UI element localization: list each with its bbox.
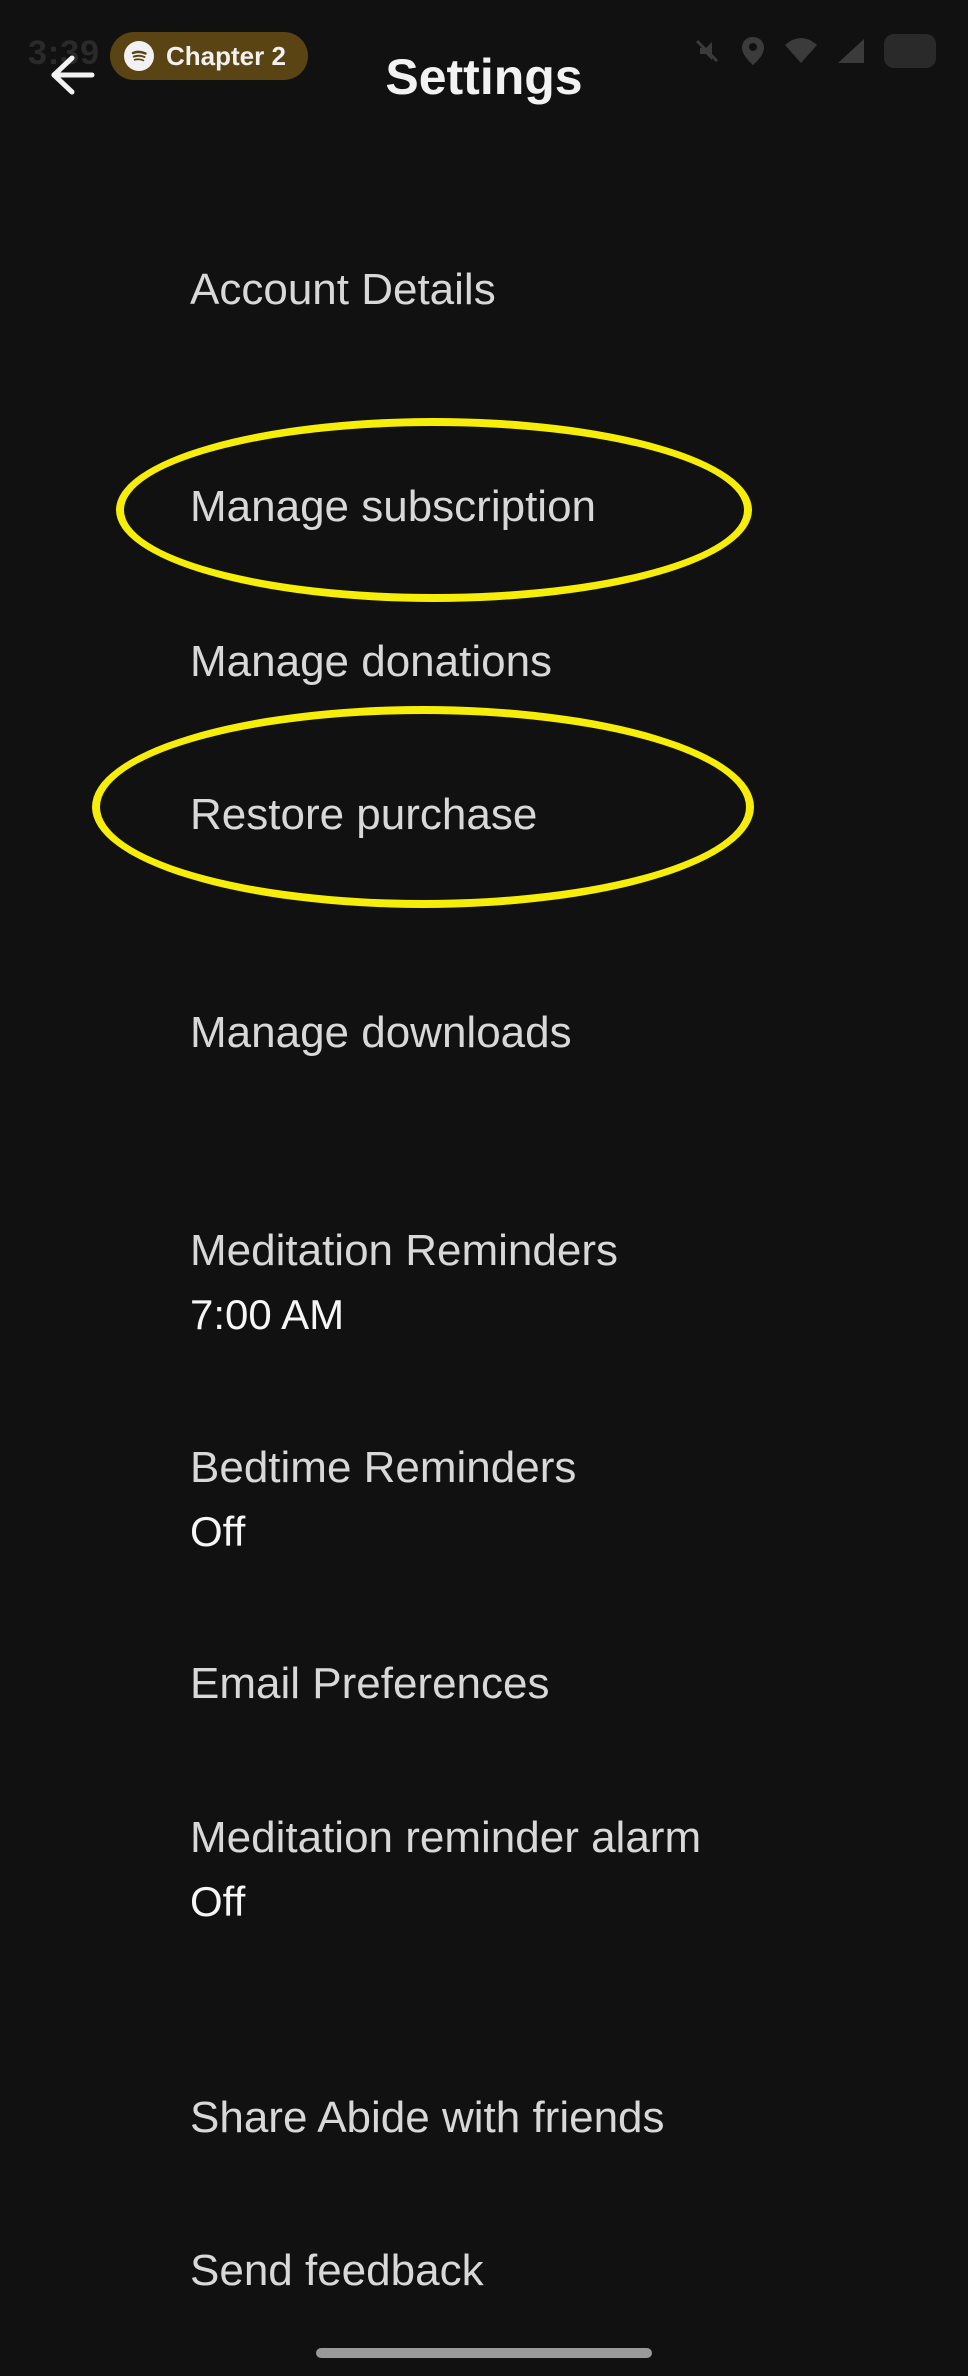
app-bar: Settings [0,20,968,130]
settings-item-manage-donations[interactable]: Manage donations [190,634,928,690]
settings-item-label: Email Preferences [190,1659,550,1708]
settings-item-bedtime-reminders[interactable]: Bedtime Reminders Off [190,1440,928,1560]
settings-item-label: Meditation Reminders [190,1226,618,1275]
settings-item-manage-subscription[interactable]: Manage subscription [190,479,928,535]
settings-item-send-feedback[interactable]: Send feedback [190,2243,928,2299]
settings-item-restore-purchase[interactable]: Restore purchase [190,787,928,843]
settings-item-account-details[interactable]: Account Details [190,262,928,318]
settings-item-label: Manage subscription [190,482,597,531]
settings-item-meditation-reminder-alarm[interactable]: Meditation reminder alarm Off [190,1810,928,1930]
settings-item-label: Manage donations [190,637,553,686]
settings-item-label: Manage downloads [190,1008,572,1057]
settings-item-meditation-reminders[interactable]: Meditation Reminders 7:00 AM [190,1223,928,1343]
settings-item-label: Meditation reminder alarm [190,1813,702,1862]
settings-item-label: Bedtime Reminders [190,1443,577,1492]
settings-item-label: Restore purchase [190,790,538,839]
settings-item-value: Off [190,1878,246,1925]
page-title: Settings [385,49,583,105]
settings-item-value: 7:00 AM [190,1291,345,1338]
settings-item-email-preferences[interactable]: Email Preferences [190,1656,928,1712]
home-indicator[interactable] [316,2348,652,2358]
settings-item-label: Send feedback [190,2246,484,2295]
settings-item-label: Share Abide with friends [190,2093,665,2142]
settings-item-manage-downloads[interactable]: Manage downloads [190,1005,928,1061]
settings-item-value: Off [190,1508,246,1555]
settings-item-share-abide[interactable]: Share Abide with friends [190,2090,928,2146]
settings-item-label: Account Details [190,265,496,314]
